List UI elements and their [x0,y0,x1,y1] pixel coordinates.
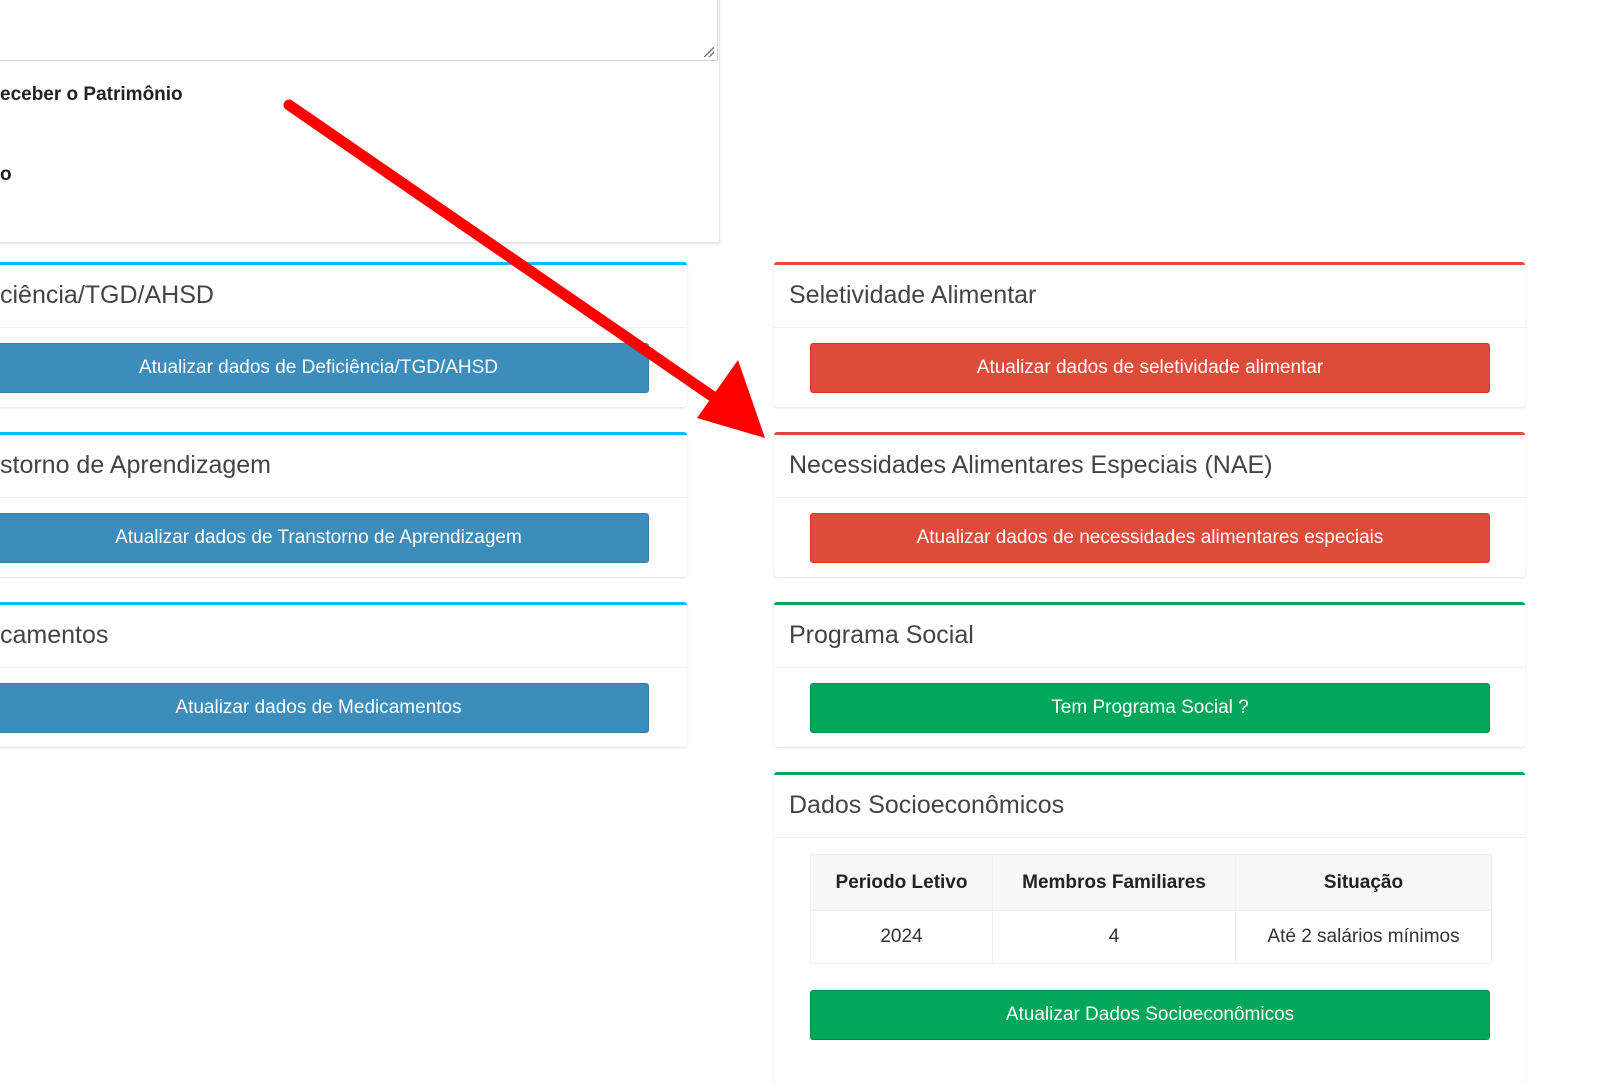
box-title-transtorno: storno de Aprendizagem [0,435,687,498]
update-deficiencia-button[interactable]: Atualizar dados de Deficiência/TGD/AHSD [0,343,649,393]
table-row: 2024 4 Até 2 salários mínimos [810,910,1492,964]
box-seletividade: Seletividade Alimentar Atualizar dados d… [774,262,1525,407]
resize-handle-icon[interactable] [704,47,714,57]
update-socioeconomicos-button[interactable]: Atualizar Dados Socioeconômicos [810,990,1490,1040]
box-socioeconomicos: Dados Socioeconômicos Periodo Letivo Mem… [774,772,1525,1085]
update-nae-button[interactable]: Atualizar dados de necessidades alimenta… [810,513,1490,563]
box-programa-social: Programa Social Tem Programa Social ? [774,602,1525,747]
cell-membros: 4 [992,910,1236,964]
box-title-nae: Necessidades Alimentares Especiais (NAE) [774,435,1525,498]
box-medicamentos: camentos Atualizar dados de Medicamentos [0,602,687,747]
box-title-programa-social: Programa Social [774,605,1525,668]
observation-textarea[interactable] [0,0,718,61]
col-periodo-letivo: Periodo Letivo [810,854,993,911]
cell-periodo: 2024 [810,910,993,964]
box-nae: Necessidades Alimentares Especiais (NAE)… [774,432,1525,577]
col-membros-familiares: Membros Familiares [992,854,1236,911]
programa-social-button[interactable]: Tem Programa Social ? [810,683,1490,733]
update-medicamentos-button[interactable]: Atualizar dados de Medicamentos [0,683,649,733]
box-title-seletividade: Seletividade Alimentar [774,265,1525,328]
col-situacao: Situação [1235,854,1492,911]
box-title-socioeconomicos: Dados Socioeconômicos [774,775,1525,838]
patrimonio-label: eceber o Patrimônio [0,84,183,105]
table-header-row: Periodo Letivo Membros Familiares Situaç… [810,854,1492,911]
box-transtorno: storno de Aprendizagem Atualizar dados d… [0,432,687,577]
box-title-deficiencia: ciência/TGD/AHSD [0,265,687,328]
truncated-label: o [0,164,12,185]
box-title-medicamentos: camentos [0,605,687,668]
box-deficiencia: ciência/TGD/AHSD Atualizar dados de Defi… [0,262,687,407]
socio-table: Periodo Letivo Membros Familiares Situaç… [810,854,1492,964]
cell-situacao: Até 2 salários mínimos [1235,910,1492,964]
update-seletividade-button[interactable]: Atualizar dados de seletividade alimenta… [810,343,1490,393]
update-transtorno-button[interactable]: Atualizar dados de Transtorno de Aprendi… [0,513,649,563]
